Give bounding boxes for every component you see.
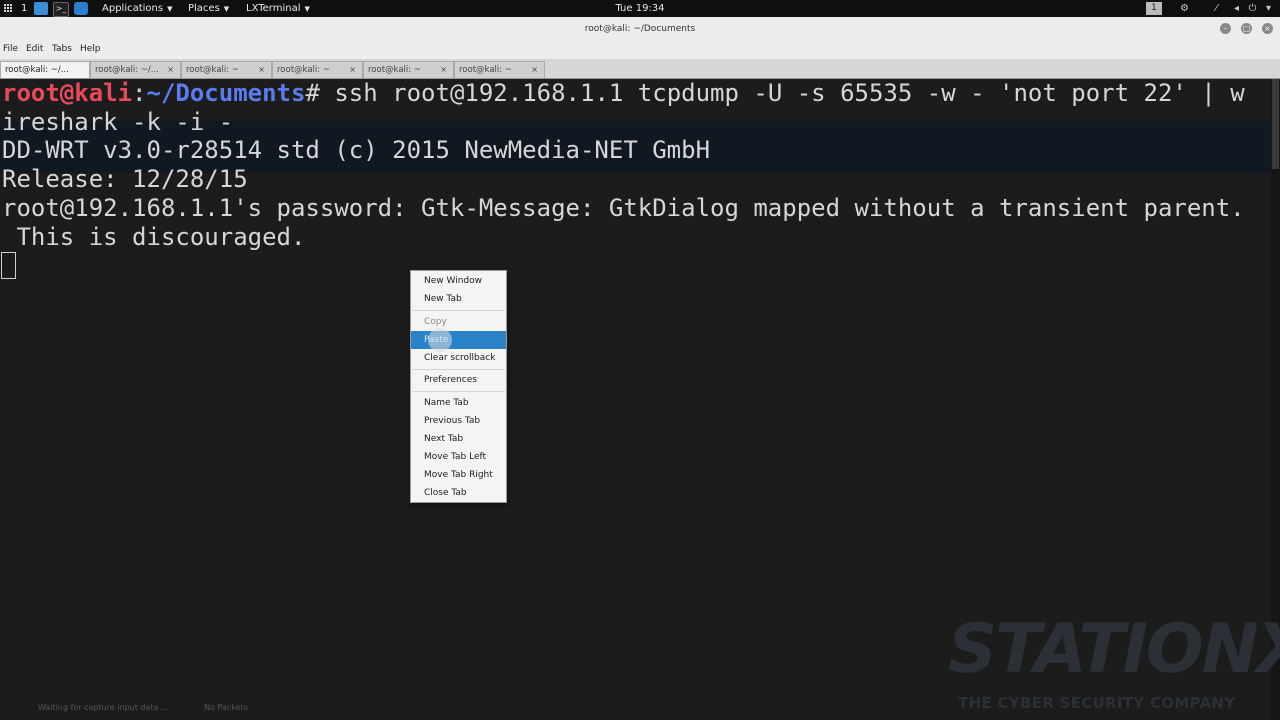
menu-bar: File Edit Tabs Help xyxy=(0,41,1280,59)
tab-6[interactable]: root@kali: ~ × xyxy=(454,61,545,78)
menu-item-copy[interactable]: Copy xyxy=(411,313,506,331)
minimize-button[interactable]: – xyxy=(1220,23,1231,34)
tab-label: root@kali: ~ xyxy=(368,65,421,75)
tab-label: root@kali: ~ xyxy=(277,65,330,75)
menu-item-paste[interactable]: Paste xyxy=(411,328,506,352)
chevron-down-icon[interactable]: ▾ xyxy=(1264,4,1273,14)
menu-item-previous-tab[interactable]: Previous Tab xyxy=(411,412,506,430)
menu-item-new-window[interactable]: New Window xyxy=(411,272,506,290)
menu-file[interactable]: File xyxy=(3,41,18,57)
terminal-line-5: root@192.168.1.1's password: Gtk-Message… xyxy=(2,194,1245,222)
tab-5[interactable]: root@kali: ~ × xyxy=(363,61,454,78)
tab-label: root@kali: ~ xyxy=(459,65,512,75)
watermark-logo: STATIONX xyxy=(948,610,1280,689)
menu-item-name-tab[interactable]: Name Tab xyxy=(411,394,506,412)
tab-4[interactable]: root@kali: ~ × xyxy=(272,61,363,78)
wifi-icon[interactable]: ⁄ xyxy=(1212,4,1221,14)
menu-edit[interactable]: Edit xyxy=(26,41,43,57)
menu-item-new-tab[interactable]: New Tab xyxy=(411,290,506,308)
menu-separator xyxy=(412,310,505,311)
menu-item-clear-scrollback[interactable]: Clear scrollback xyxy=(411,349,506,367)
top-panel: 1 >_ Applications ▼ Places ▼ LXTerminal ▼ T… xyxy=(0,0,1280,17)
volume-icon[interactable]: ◂ xyxy=(1232,4,1241,14)
window-titlebar[interactable]: root@kali: ~/Documents – □ × xyxy=(0,17,1280,41)
close-icon[interactable]: × xyxy=(349,62,356,78)
menu-separator xyxy=(412,391,505,392)
tab-2[interactable]: root@kali: ~/... × xyxy=(90,61,181,78)
power-icon[interactable]: ⏻ xyxy=(1248,4,1257,14)
prompt-hash: # xyxy=(305,79,320,107)
menu-item-next-tab[interactable]: Next Tab xyxy=(411,430,506,448)
tab-bar: root@kali: ~/... root@kali: ~/... × root… xyxy=(0,59,1280,79)
menu-item-close-tab[interactable]: Close Tab xyxy=(411,484,506,502)
menu-item-move-tab-left[interactable]: Move Tab Left xyxy=(411,448,506,466)
tab-label: root@kali: ~ xyxy=(186,65,239,75)
menu-separator xyxy=(412,369,505,370)
terminal-cursor xyxy=(1,252,16,279)
background-status-right: No Packets xyxy=(204,703,248,712)
prompt-path: ~/Documents xyxy=(146,79,306,107)
close-icon[interactable]: × xyxy=(531,62,538,78)
command-text: ssh root@192.168.1.1 tcpdump -U -s 65535… xyxy=(319,79,1245,107)
tab-3[interactable]: root@kali: ~ × xyxy=(181,61,272,78)
background-status-left: Waiting for capture input data ... xyxy=(38,703,169,712)
scrollbar-thumb[interactable] xyxy=(1272,79,1279,169)
menu-help[interactable]: Help xyxy=(80,41,101,57)
terminal-line-6: This is discouraged. xyxy=(2,223,306,251)
close-button[interactable]: × xyxy=(1262,23,1273,34)
maximize-button[interactable]: □ xyxy=(1241,23,1252,34)
close-icon[interactable]: × xyxy=(440,62,447,78)
context-menu: New Window New Tab Copy Paste Clear scro… xyxy=(410,270,507,503)
terminal-line-1: root@kali:~/Documents# ssh root@192.168.… xyxy=(2,79,1245,108)
menu-item-paste-label: Paste xyxy=(424,335,449,345)
prompt-user: root@kali xyxy=(2,79,133,107)
watermark-tagline: THE CYBER SECURITY COMPANY xyxy=(958,694,1236,712)
menu-tabs[interactable]: Tabs xyxy=(52,41,72,57)
workspace-badge[interactable]: 1 xyxy=(1146,2,1162,15)
terminal-line-3: DD-WRT v3.0-r28514 std (c) 2015 NewMedia… xyxy=(2,136,711,164)
tab-1[interactable]: root@kali: ~/... xyxy=(0,61,90,78)
network-icon[interactable]: ⚙ xyxy=(1180,4,1189,14)
clock[interactable]: Tue 19:34 xyxy=(0,0,1280,17)
tab-label: root@kali: ~/... xyxy=(5,65,69,75)
window-title: root@kali: ~/Documents xyxy=(584,24,696,34)
close-icon[interactable]: × xyxy=(167,62,174,78)
menu-item-preferences[interactable]: Preferences xyxy=(411,371,506,389)
terminal-line-4: Release: 12/28/15 xyxy=(2,165,248,193)
close-icon[interactable]: × xyxy=(258,62,265,78)
tab-label: root@kali: ~/... xyxy=(95,65,159,75)
prompt-separator: : xyxy=(132,79,147,107)
terminal-line-2: ireshark -k -i - xyxy=(2,108,234,136)
menu-item-move-tab-right[interactable]: Move Tab Right xyxy=(411,466,506,484)
